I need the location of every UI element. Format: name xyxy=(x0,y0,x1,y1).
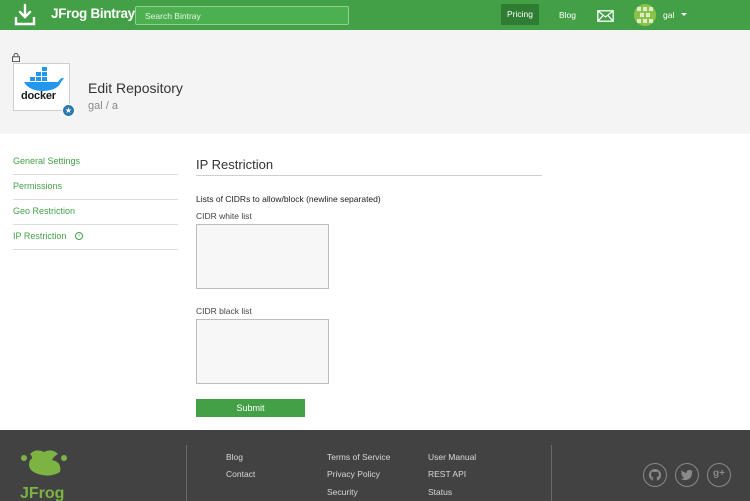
user-menu[interactable]: gal xyxy=(663,10,674,20)
search-input[interactable] xyxy=(135,6,349,25)
avatar-pattern-icon xyxy=(634,4,656,26)
submit-button[interactable]: Submit xyxy=(196,399,305,417)
footer-link-privacy[interactable]: Privacy Policy xyxy=(327,469,380,479)
sidebar-item-label: Permissions xyxy=(13,181,63,191)
footer-link-rest-api[interactable]: REST API xyxy=(428,469,466,479)
lock-icon xyxy=(12,53,20,62)
footer-divider xyxy=(186,445,187,501)
sidebar-item-label: IP Restriction xyxy=(13,231,67,241)
white-list-label: CIDR white list xyxy=(196,211,252,221)
footer-divider xyxy=(551,445,552,501)
sidebar-item-permissions[interactable]: Permissions xyxy=(13,175,178,200)
breadcrumb: gal / a xyxy=(88,100,118,112)
footer-link-status[interactable]: Status xyxy=(428,487,452,497)
nav-pricing[interactable]: Pricing xyxy=(501,4,539,25)
github-icon[interactable] xyxy=(643,463,667,487)
footer-link-blog[interactable]: Blog xyxy=(226,452,243,462)
form-description: Lists of CIDRs to allow/block (newline s… xyxy=(196,194,381,204)
footer-link-security[interactable]: Security xyxy=(327,487,358,497)
footer xyxy=(0,430,750,501)
mail-icon[interactable] xyxy=(597,10,614,22)
footer-link-terms[interactable]: Terms of Service xyxy=(327,452,390,462)
bintray-logo-icon[interactable] xyxy=(13,3,37,27)
footer-link-user-manual[interactable]: User Manual xyxy=(428,452,476,462)
jfrog-logo[interactable]: JFrog xyxy=(16,448,72,501)
settings-sidebar: General Settings Permissions Geo Restric… xyxy=(13,150,178,250)
footer-logo-text: JFrog xyxy=(20,485,64,501)
chevron-right-icon: › xyxy=(75,232,83,240)
sidebar-item-geo-restriction[interactable]: Geo Restriction xyxy=(13,200,178,225)
chevron-down-icon[interactable] xyxy=(681,13,687,16)
star-icon: ★ xyxy=(62,104,75,117)
google-plus-icon[interactable]: g+ xyxy=(707,463,731,487)
sidebar-item-label: General Settings xyxy=(13,156,81,166)
section-divider xyxy=(196,175,542,176)
repo-type-card xyxy=(13,63,70,111)
cidr-black-list-field[interactable] xyxy=(196,319,329,384)
sidebar-item-general-settings[interactable]: General Settings xyxy=(13,150,178,175)
repo-type-label: docker xyxy=(21,90,56,102)
cidr-white-list-field[interactable] xyxy=(196,224,329,289)
black-list-label: CIDR black list xyxy=(196,306,252,316)
footer-link-contact[interactable]: Contact xyxy=(226,469,255,479)
sidebar-item-label: Geo Restriction xyxy=(13,206,76,216)
sidebar-item-ip-restriction[interactable]: IP Restriction › xyxy=(13,225,178,250)
page-title: Edit Repository xyxy=(88,80,183,96)
section-title: IP Restriction xyxy=(196,157,274,172)
avatar[interactable] xyxy=(634,4,656,26)
brand-name[interactable]: JFrog Bintray xyxy=(51,6,135,21)
nav-blog[interactable]: Blog xyxy=(559,10,576,20)
twitter-icon[interactable] xyxy=(675,463,699,487)
